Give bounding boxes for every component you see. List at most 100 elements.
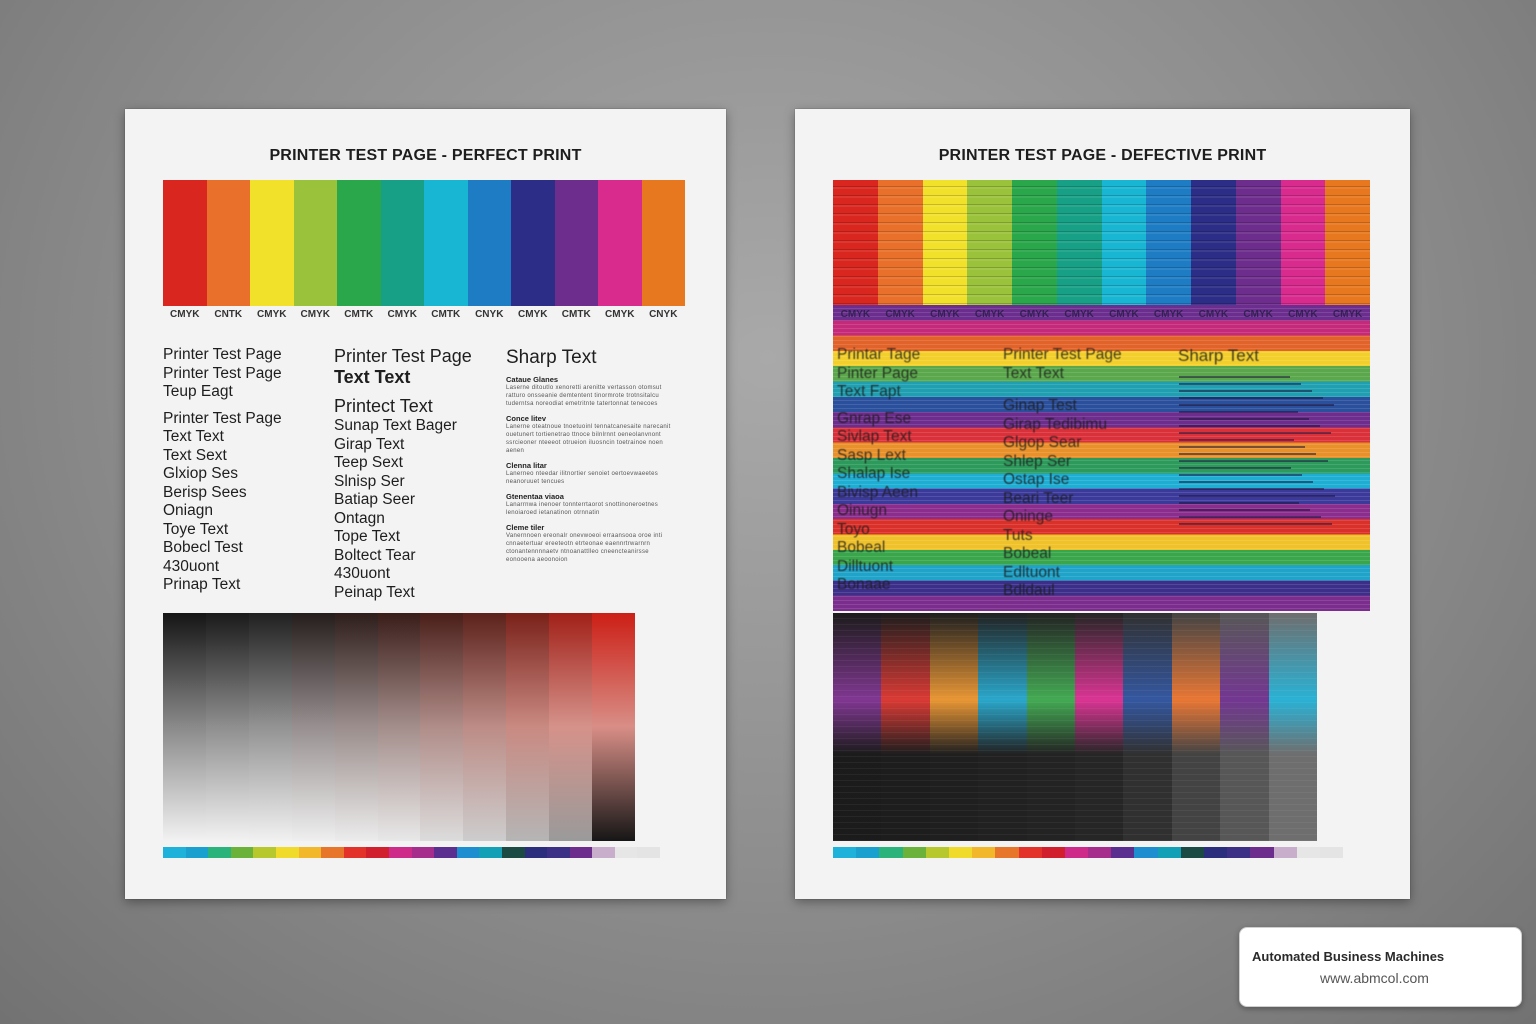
strip-color [995, 847, 1019, 858]
strip-color [637, 847, 661, 858]
text-line: Toyo [837, 520, 870, 538]
strip-color [230, 847, 254, 858]
text-line: Bobecl Test [163, 539, 243, 556]
strip-color [321, 847, 344, 858]
smeared-text-line [1179, 488, 1325, 490]
smeared-text-line [1179, 523, 1333, 525]
perfect-cmyk-labels: CMYK CNTK CMYK CMYK CMTK CMYK CMTK CNYK CMYK CMTK… [163, 309, 685, 320]
sharp-text-heading: Sharp Text [506, 347, 597, 368]
text-line: Oninge [1003, 508, 1053, 525]
text-line: 430uont [163, 557, 220, 575]
cmyk-label: CMTK [344, 309, 374, 320]
text-line: Printer Test Page [163, 409, 282, 427]
smeared-text-line [1179, 432, 1331, 434]
text-line: Girap Tedibimu [1003, 415, 1107, 433]
text-line: Text Text [1003, 364, 1064, 382]
cmyk-label: CMYK [930, 309, 960, 320]
strip-color [547, 847, 570, 858]
gradient-step [248, 613, 292, 841]
text-line: Batiap Seer [334, 491, 415, 508]
perfect-page-title: PRINTER TEST PAGE - PERFECT PRINT [269, 147, 582, 164]
cmyk-label: CMYK [1332, 309, 1363, 320]
text-line: Printer Test Page [334, 346, 472, 366]
color-swatch [554, 180, 598, 306]
text-line: Oinugn [837, 502, 887, 519]
cmyk-label: CMYK [1288, 309, 1318, 320]
text-line: Shlep Ser [1003, 452, 1072, 470]
cmyk-label: CNYK [475, 309, 504, 320]
strip-color [208, 847, 231, 858]
strip-color [614, 847, 638, 858]
perfect-test-page: PRINTER TEST PAGE - PERFECT PRINT CMYK CN… [125, 109, 726, 899]
smeared-text-line [1179, 411, 1298, 413]
strip-color [388, 847, 412, 858]
defective-smeared-paragraphs [1179, 371, 1337, 530]
strip-color [1064, 847, 1089, 858]
strip-color [569, 847, 593, 858]
strip-color [948, 847, 973, 858]
section-text: Lanerne oteatnoue tnoetuoinl tennatcanes… [506, 424, 671, 454]
text-line: Bdldaul [1003, 582, 1055, 599]
text-line: Girap Text [334, 435, 405, 453]
text-line: Sivlap Text [837, 428, 912, 445]
cmyk-label: CMYK [387, 309, 417, 320]
company-url[interactable]: www.abmcol.com [1320, 970, 1429, 986]
strip-color [1250, 847, 1274, 858]
defective-sharp-text-heading: Sharp Text [1178, 346, 1259, 365]
gradient-step [463, 613, 507, 841]
section-text: Lanarrnwa inenoer tonnterrtaorot snottin… [506, 502, 659, 516]
smeared-text-line [1179, 474, 1303, 476]
cmyk-label: CMYK [300, 309, 330, 320]
strip-color [1134, 847, 1158, 858]
cmyk-label: CMTK [431, 309, 461, 320]
perfect-sharp-text-column: Sharp Text Cataue Glanes Laserne ditoutl… [506, 347, 671, 564]
cmyk-label: CMYK [257, 309, 287, 320]
strip-color [1296, 847, 1320, 858]
color-swatch [250, 180, 294, 306]
strip-color [1157, 847, 1181, 858]
defective-test-page: PRINTER TEST PAGE - DEFECTIVE PRINT CMYK… [795, 109, 1410, 899]
smeared-text-line [1179, 495, 1336, 497]
text-line: Ginap Test [1003, 397, 1077, 414]
gradient-step [549, 613, 593, 841]
strip-color [343, 847, 367, 858]
strip-color [275, 847, 299, 858]
strip-color [1041, 847, 1065, 858]
text-line: Peinap Text [334, 583, 415, 601]
text-line: Printer Test Page [1003, 346, 1122, 363]
color-swatch [293, 180, 337, 306]
color-swatch [424, 180, 468, 306]
text-line: Pinter Page [837, 364, 918, 382]
defective-text-column-1: Printar Tage Pinter Page Text Fapt Gnrap… [837, 346, 920, 595]
strip-color [902, 847, 926, 858]
strip-color [479, 847, 502, 858]
color-swatch [380, 180, 424, 306]
text-line: Prinap Text [163, 576, 241, 593]
perfect-color-swatch-row [163, 180, 685, 306]
text-line: Printect Text [334, 396, 433, 416]
strip-color [1018, 847, 1042, 858]
strip-color [163, 847, 186, 858]
text-line: Boltect Tear [334, 546, 416, 564]
section-label: Cleme tiler [506, 523, 545, 532]
section-label: Cataue Glanes [506, 375, 559, 384]
gradient-step [592, 613, 635, 841]
strip-color [1319, 847, 1344, 858]
text-line: Slnisp Ser [334, 472, 405, 490]
company-name: Automated Business Machines [1252, 949, 1445, 964]
text-line: Printer Test Page [163, 346, 282, 363]
text-line: Ostap Ise [1003, 471, 1070, 488]
text-line: Printer Test Page [163, 364, 282, 382]
text-line: Sasp Lext [837, 446, 906, 464]
perfect-text-column-2: Printer Test Page Text Text Printect Tex… [334, 346, 472, 602]
smeared-text-line [1179, 404, 1334, 406]
strip-color [298, 847, 322, 858]
text-line: Glxiop Ses [163, 465, 238, 482]
smeared-text-line [1179, 418, 1309, 420]
section-label: Clenna litar [506, 461, 547, 470]
smeared-text-line [1179, 467, 1292, 469]
streak-overlay [833, 613, 1317, 841]
color-swatch [467, 180, 511, 306]
strip-color [1088, 847, 1112, 858]
text-line: Teep Sext [334, 454, 403, 471]
